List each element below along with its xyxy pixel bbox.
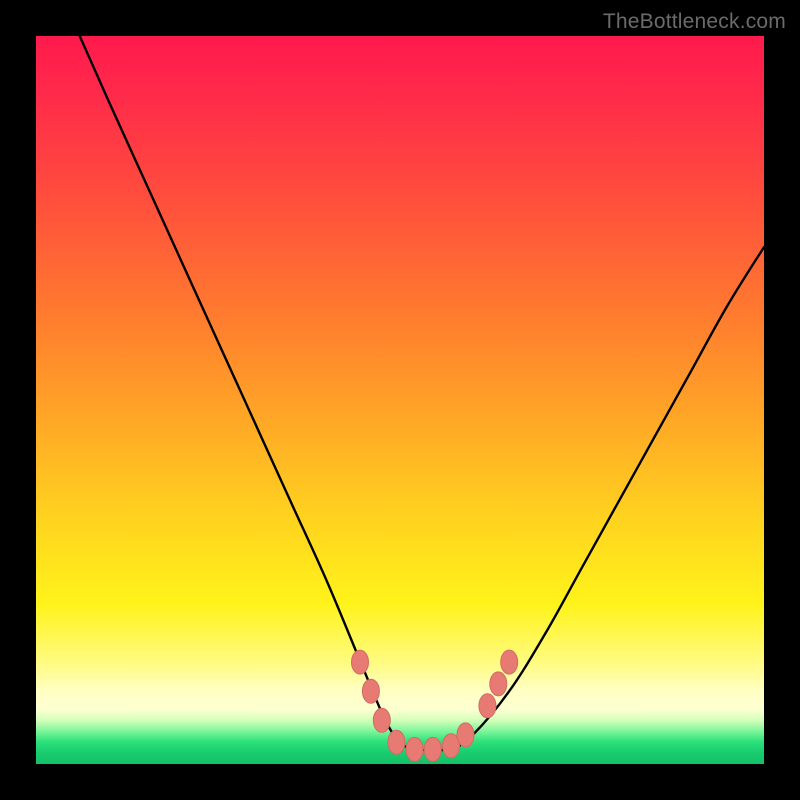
curve-marker [362,679,379,703]
curve-marker [490,672,507,696]
bottleneck-curve [80,36,764,751]
watermark-text: TheBottleneck.com [603,10,786,34]
curve-marker [373,708,390,732]
marker-group [352,650,518,761]
curve-marker [424,737,441,761]
curve-marker [352,650,369,674]
curve-layer [36,36,764,764]
curve-marker [388,730,405,754]
curve-marker [406,737,423,761]
chart-frame: TheBottleneck.com [0,0,800,800]
curve-marker [457,723,474,747]
curve-marker [501,650,518,674]
curve-marker [479,694,496,718]
plot-area [36,36,764,764]
